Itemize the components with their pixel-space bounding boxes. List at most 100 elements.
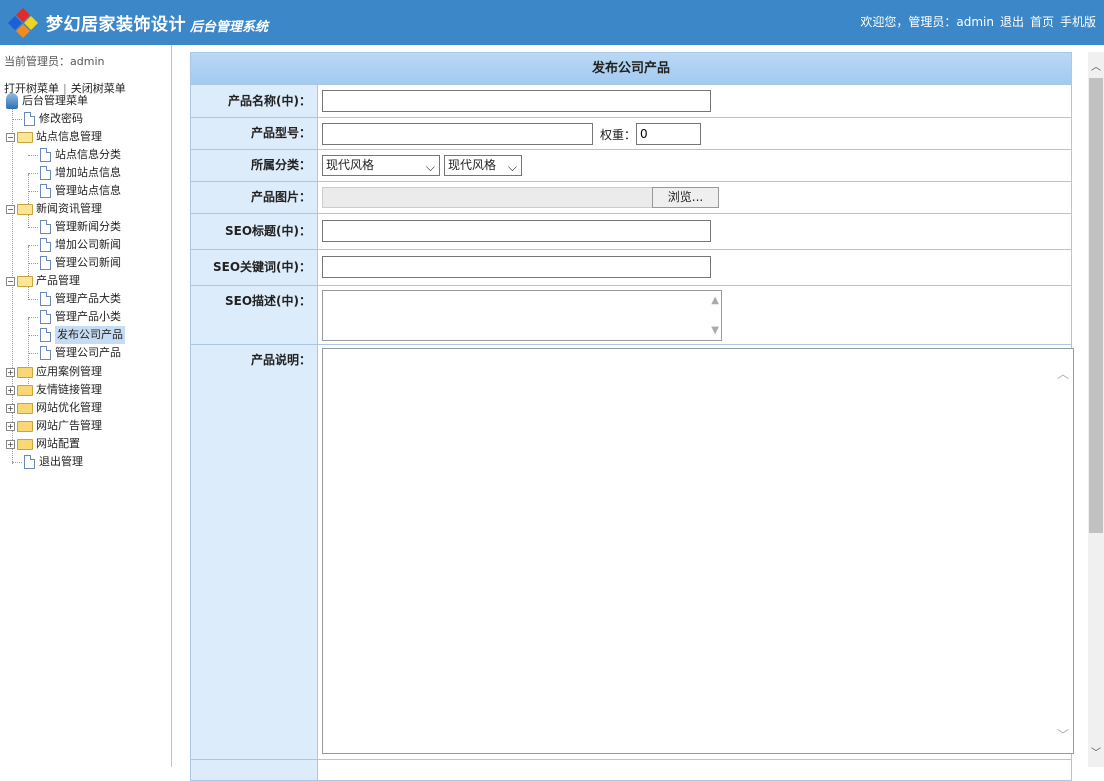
menu-products[interactable]: − 产品管理 — [6, 272, 80, 290]
image-file-path[interactable] — [322, 187, 653, 208]
seo-keywords-label: SEO关键词(中)： — [191, 250, 318, 285]
model-label: 产品型号： — [191, 118, 318, 149]
scroll-down-icon[interactable]: ﹀ — [1091, 744, 1101, 759]
menu-seo[interactable]: + 网站优化管理 — [6, 399, 102, 417]
folder-icon — [17, 384, 33, 396]
scroll-up-icon[interactable]: ︿ — [1091, 58, 1101, 73]
seo-desc-textarea[interactable]: ▲ ▼ — [322, 290, 722, 341]
page-icon — [40, 166, 51, 180]
scroll-up-icon[interactable]: ︿ — [1057, 365, 1069, 382]
tree-root[interactable]: 后台管理菜单 — [6, 92, 88, 110]
page-icon — [40, 220, 51, 234]
collapse-icon[interactable]: − — [6, 276, 15, 286]
menu-news[interactable]: − 新闻资讯管理 — [6, 200, 102, 218]
seo-title-input[interactable] — [322, 220, 711, 242]
page-icon — [40, 346, 51, 360]
menu-news-category[interactable]: 管理新闻分类 — [28, 218, 121, 236]
menu-ads[interactable]: + 网站广告管理 — [6, 417, 102, 435]
expand-icon[interactable]: + — [6, 439, 15, 449]
menu-publish-product[interactable]: 发布公司产品 — [28, 326, 125, 344]
category-sub-value: 现代风格 — [448, 158, 497, 172]
menu-links[interactable]: + 友情链接管理 — [6, 381, 102, 399]
scroll-down-icon[interactable]: ▼ — [711, 325, 719, 336]
category-main-value: 现代风格 — [326, 158, 375, 172]
next-row-label — [191, 760, 318, 780]
product-name-label: 产品名称(中)： — [191, 85, 318, 117]
seo-desc-label: SEO描述(中)： — [191, 286, 318, 344]
image-label: 产品图片： — [191, 182, 318, 213]
row-model: 产品型号： 权重： — [191, 118, 1071, 150]
seo-title-label: SEO标题(中)： — [191, 214, 318, 249]
admin-menu-icon — [6, 93, 18, 109]
chevron-down-icon: ⌵ — [425, 160, 435, 174]
tree-root-label: 后台管理菜单 — [22, 94, 88, 107]
form-title: 发布公司产品 — [191, 53, 1071, 85]
row-seo-desc: SEO描述(中)： ▲ ▼ — [191, 286, 1071, 345]
page-icon — [24, 455, 35, 469]
folder-icon — [17, 438, 33, 450]
scroll-down-icon[interactable]: ﹀ — [1057, 726, 1069, 743]
folder-icon — [17, 420, 33, 432]
page-icon — [40, 184, 51, 198]
menu-add-news[interactable]: 增加公司新闻 — [28, 236, 121, 254]
menu-product-minor[interactable]: 管理产品小类 — [28, 308, 121, 326]
page-icon — [40, 292, 51, 306]
menu-manage-site-info[interactable]: 管理站点信息 — [28, 182, 121, 200]
category-main-select[interactable]: 现代风格 ⌵ — [322, 155, 440, 176]
weight-input[interactable] — [636, 123, 701, 145]
menu-logout[interactable]: 退出管理 — [12, 453, 83, 471]
folder-icon — [17, 402, 33, 414]
model-input[interactable] — [322, 123, 593, 145]
product-name-input[interactable] — [322, 90, 711, 112]
menu-site-info-category[interactable]: 站点信息分类 — [28, 146, 121, 164]
mobile-link[interactable]: 手机版 — [1060, 13, 1096, 30]
expand-icon[interactable]: + — [6, 403, 15, 413]
logout-link[interactable]: 退出 — [1000, 13, 1024, 30]
description-textarea[interactable]: ︿ ﹀ — [322, 348, 1074, 754]
menu-manage-products[interactable]: 管理公司产品 — [28, 344, 121, 362]
menu-product-major[interactable]: 管理产品大类 — [28, 290, 121, 308]
menu-cases[interactable]: + 应用案例管理 — [6, 363, 102, 381]
scroll-thumb[interactable] — [1089, 78, 1103, 533]
menu-site-info[interactable]: − 站点信息管理 — [6, 128, 102, 146]
menu-site-config[interactable]: + 网站配置 — [6, 435, 80, 453]
diamond-logo-icon — [8, 8, 38, 38]
collapse-icon[interactable]: − — [6, 132, 15, 142]
row-product-name: 产品名称(中)： — [191, 85, 1071, 118]
chevron-down-icon: ⌵ — [507, 160, 517, 174]
current-admin: 当前管理员：admin — [4, 55, 105, 68]
folder-open-icon — [17, 275, 33, 287]
category-sub-select[interactable]: 现代风格 ⌵ — [444, 155, 522, 176]
browse-button[interactable]: 浏览... — [652, 187, 719, 208]
page-scrollbar[interactable]: ︿ ﹀ — [1088, 52, 1104, 767]
category-label: 所属分类： — [191, 150, 318, 181]
product-form: 发布公司产品 产品名称(中)： 产品型号： 权重： 所属分类： 现代风格 ⌵ — [190, 52, 1074, 781]
folder-open-icon — [17, 131, 33, 143]
row-description: 产品说明： ︿ ﹀ — [191, 345, 1074, 760]
folder-icon — [17, 366, 33, 378]
row-seo-keywords: SEO关键词(中)： — [191, 250, 1071, 286]
welcome-text: 欢迎您，管理员：admin — [860, 15, 994, 29]
page-icon — [24, 112, 35, 126]
page-icon — [40, 328, 51, 342]
main-content: 发布公司产品 产品名称(中)： 产品型号： 权重： 所属分类： 现代风格 ⌵ — [190, 52, 1074, 781]
collapse-icon[interactable]: − — [6, 204, 15, 214]
expand-icon[interactable]: + — [6, 367, 15, 377]
home-link[interactable]: 首页 — [1030, 13, 1054, 30]
seo-keywords-input[interactable] — [322, 256, 711, 278]
top-nav: 欢迎您，管理员：admin 退出 首页 手机版 — [860, 13, 1096, 30]
expand-icon[interactable]: + — [6, 385, 15, 395]
site-title: 梦幻居家装饰设计 — [46, 15, 186, 35]
expand-icon[interactable]: + — [6, 421, 15, 431]
row-category: 所属分类： 现代风格 ⌵ 现代风格 ⌵ — [191, 150, 1071, 182]
weight-label: 权重： — [600, 128, 637, 142]
page-icon — [40, 310, 51, 324]
menu-manage-news[interactable]: 管理公司新闻 — [28, 254, 121, 272]
folder-open-icon — [17, 203, 33, 215]
menu-add-site-info[interactable]: 增加站点信息 — [28, 164, 121, 182]
site-subtitle: 后台管理系统 — [190, 20, 269, 35]
menu-change-password[interactable]: 修改密码 — [12, 110, 83, 128]
scroll-up-icon[interactable]: ▲ — [711, 295, 719, 306]
page-icon — [40, 238, 51, 252]
sidebar: 当前管理员：admin 打开树菜单 | 关闭树菜单 后台管理菜单 修改密码 − 站点… — [0, 45, 172, 767]
